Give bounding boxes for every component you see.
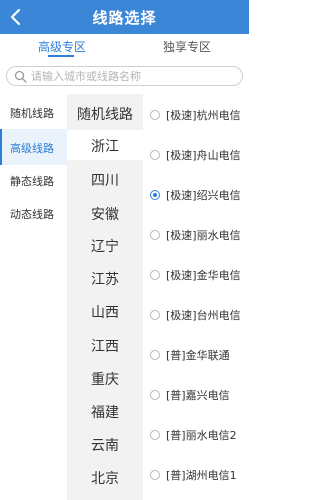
nav-item-dynamic[interactable]: 动态线路	[0, 195, 67, 231]
line-option[interactable]: [普]丽水电信2	[143, 425, 249, 449]
line-label: [极速]台州电信	[166, 309, 241, 322]
page-title: 线路选择	[92, 9, 157, 27]
nav-item-static[interactable]: 静态线路	[0, 162, 67, 198]
nav-item-advanced[interactable]: 高级线路	[0, 129, 67, 165]
line-option[interactable]: [极速]台州电信	[143, 305, 249, 329]
nav-item-label: 动态线路	[10, 208, 54, 221]
nav-item-label: 随机线路	[10, 107, 54, 120]
title-bar: 线路选择	[0, 0, 249, 34]
radio-button-checked[interactable]	[150, 190, 160, 200]
province-item[interactable]: 重庆	[67, 369, 143, 389]
radio-button[interactable]	[150, 110, 160, 120]
nav-item-label: 高级线路	[10, 142, 54, 155]
line-option[interactable]: [极速]丽水电信	[143, 225, 249, 249]
line-option[interactable]: [普]嘉兴电信	[143, 385, 249, 409]
radio-button[interactable]	[150, 150, 160, 160]
province-item[interactable]: 随机线路	[67, 104, 143, 124]
province-item[interactable]: 福建	[67, 402, 143, 422]
line-type-nav: 随机线路 高级线路 静态线路 动态线路	[0, 94, 67, 500]
search-input[interactable]	[31, 68, 236, 84]
line-option-selected[interactable]: [极速]绍兴电信	[143, 185, 249, 209]
search-icon	[14, 70, 27, 83]
line-list: [极速]杭州电信 [极速]舟山电信 [极速]绍兴电信 [极速]丽水电信 [极速]…	[143, 94, 249, 500]
province-item[interactable]: 浙江	[67, 130, 143, 160]
search-box[interactable]	[6, 66, 243, 86]
line-label: [普]金华联通	[166, 349, 230, 362]
province-item[interactable]: 四川	[67, 170, 143, 190]
radio-button[interactable]	[150, 310, 160, 320]
province-item[interactable]: 江苏	[67, 269, 143, 289]
radio-button[interactable]	[150, 390, 160, 400]
active-tab-indicator	[48, 55, 74, 57]
province-list: 随机线路 浙江 四川 安徽 辽宁 江苏 山西 江西 重庆 福建 云南 北京	[67, 94, 143, 500]
line-label: [极速]金华电信	[166, 269, 241, 282]
zone-tabs: 高级专区 独享专区	[0, 34, 249, 62]
line-label: [普]丽水电信2	[166, 429, 237, 442]
line-label: [普]湖州电信1	[166, 469, 237, 482]
line-label: [极速]杭州电信	[166, 109, 241, 122]
province-item[interactable]: 江西	[67, 336, 143, 356]
line-label: [普]嘉兴电信	[166, 389, 230, 402]
tab-advanced-zone[interactable]: 高级专区	[0, 38, 124, 55]
province-item[interactable]: 辽宁	[67, 236, 143, 256]
line-option[interactable]: [极速]金华电信	[143, 265, 249, 289]
radio-button[interactable]	[150, 350, 160, 360]
province-item[interactable]: 安徽	[67, 204, 143, 224]
line-label: [极速]绍兴电信	[166, 189, 241, 202]
line-option[interactable]: [普]金华联通	[143, 345, 249, 369]
radio-button[interactable]	[150, 430, 160, 440]
line-option[interactable]: [极速]舟山电信	[143, 145, 249, 169]
radio-button[interactable]	[150, 470, 160, 480]
radio-button[interactable]	[150, 230, 160, 240]
nav-item-label: 静态线路	[10, 175, 54, 188]
nav-item-random[interactable]: 随机线路	[0, 94, 67, 130]
province-item[interactable]: 云南	[67, 435, 143, 455]
line-option[interactable]: [极速]杭州电信	[143, 105, 249, 129]
province-item[interactable]: 山西	[67, 302, 143, 322]
radio-button[interactable]	[150, 270, 160, 280]
tab-exclusive-zone[interactable]: 独享专区	[125, 38, 249, 55]
line-label: [极速]舟山电信	[166, 149, 241, 162]
province-item[interactable]: 北京	[67, 468, 143, 488]
line-label: [极速]丽水电信	[166, 229, 241, 242]
line-option[interactable]: [普]湖州电信1	[143, 465, 249, 489]
